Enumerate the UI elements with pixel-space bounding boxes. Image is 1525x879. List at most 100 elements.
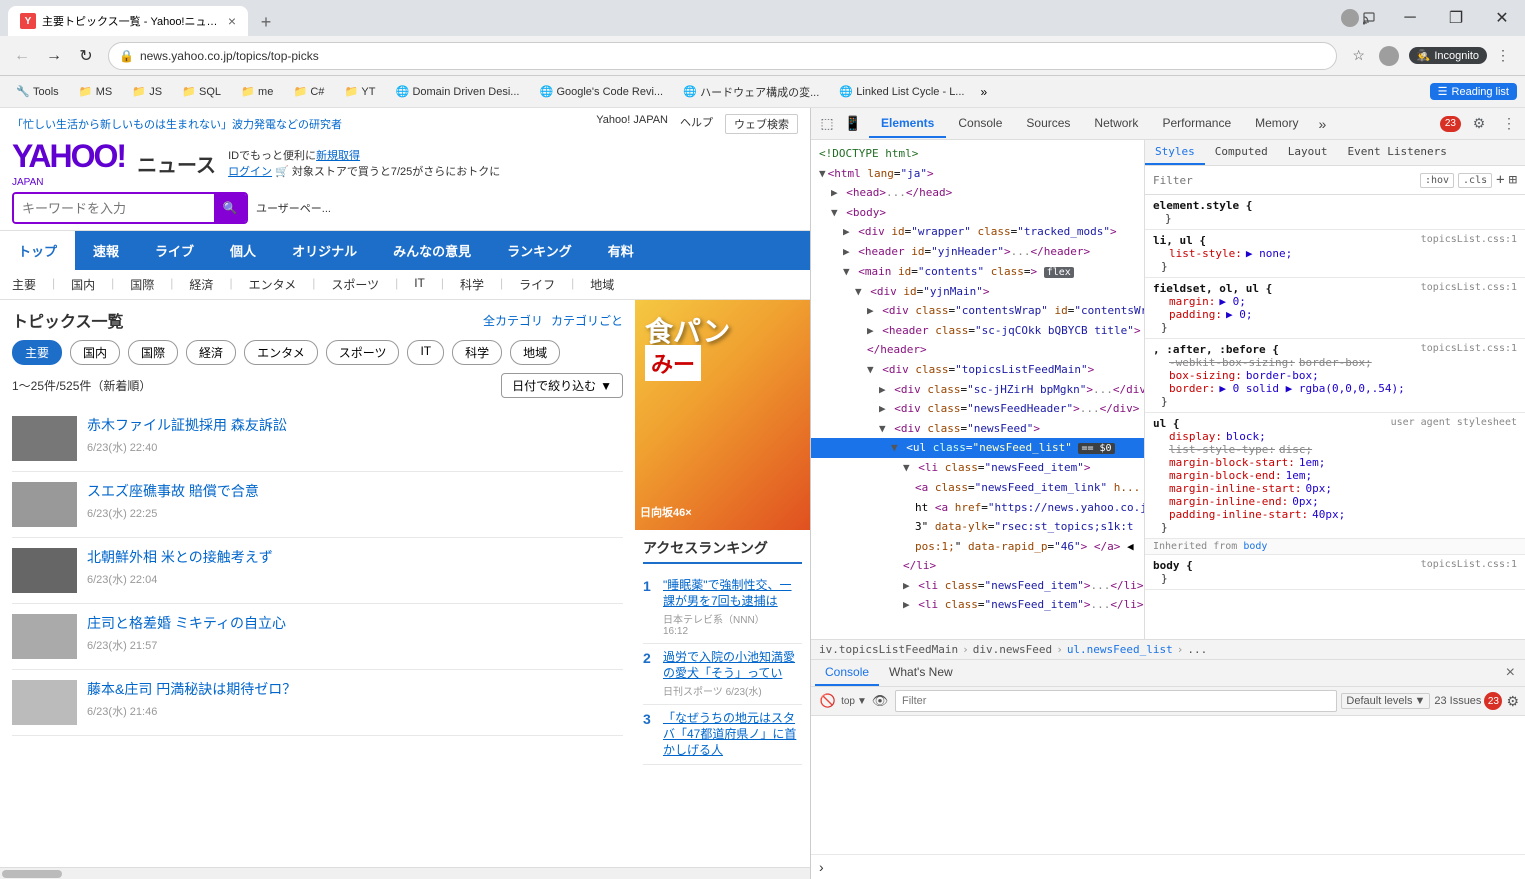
cat-entertainment[interactable]: エンタメ (249, 276, 297, 293)
tree-line-wrapper[interactable]: ▶ <div id="wrapper" class="tracked_mods"… (811, 222, 1144, 242)
all-categories-link[interactable]: 全カテゴリ (483, 312, 543, 329)
cat-main[interactable]: 主要 (12, 276, 36, 293)
inherited-body-link[interactable]: body (1243, 541, 1267, 552)
nav-breaking[interactable]: 速報 (75, 231, 137, 270)
console-levels-dropdown[interactable]: Default levels ▼ (1341, 693, 1430, 709)
tree-line-newsfeedheader[interactable]: ▶ <div class="newsFeedHeader">...</div> (811, 399, 1144, 419)
filter-main[interactable]: 主要 (12, 340, 62, 365)
tree-line-topicslistfeedmain[interactable]: ▼ <div class="topicsListFeedMain"> (811, 360, 1144, 380)
profile-button[interactable] (1375, 42, 1403, 70)
scrollbar-thumb[interactable] (2, 870, 62, 878)
tree-line-header-close[interactable]: </header> (811, 340, 1144, 360)
tree-line-sc-jhzirh[interactable]: ▶ <div class="sc-jHZirH bpMgkn">...</div… (811, 380, 1144, 400)
styles-more-icon[interactable]: ⊞ (1509, 172, 1517, 188)
styles-filter-input[interactable] (1153, 170, 1416, 190)
web-search-btn[interactable]: ウェブ検索 (725, 114, 798, 134)
styles-hov-button[interactable]: :hov (1420, 173, 1454, 188)
ticker-link[interactable]: 「忙しい生活から新しいものは生まれない」波力発電などの研究者 (12, 116, 342, 132)
nav-top[interactable]: トップ (0, 231, 75, 270)
rank-title-link-2[interactable]: 過労で入院の小池知満愛の愛犬「そう」ってい (663, 650, 795, 680)
tree-line-contentswrap[interactable]: ▶ <div class="contentsWrap" id="contents… (811, 301, 1144, 321)
per-category-link[interactable]: カテゴリごと (551, 312, 623, 329)
cat-domestic[interactable]: 国内 (71, 276, 95, 293)
filter-domestic[interactable]: 国内 (70, 340, 120, 365)
bookmark-me[interactable]: 📁 me (233, 83, 281, 101)
filter-sports[interactable]: スポーツ (326, 340, 400, 365)
tree-line-header[interactable]: ▶ <header id="yjnHeader">...</header> (811, 242, 1144, 262)
tree-line-head[interactable]: ▶ <head>...</head> (811, 183, 1144, 203)
console-filter-input[interactable] (895, 690, 1337, 712)
bookmark-gcr[interactable]: 🌐 Google's Code Revi... (531, 83, 671, 101)
filter-science[interactable]: 科学 (452, 340, 502, 365)
new-tab-button[interactable]: + (252, 8, 280, 36)
filter-entertainment[interactable]: エンタメ (244, 340, 318, 365)
user-page-button[interactable]: ユーザーペー... (256, 200, 331, 216)
tree-line-data-pos[interactable]: pos:1;" data-rapid_p="46"> </a> ◀ (811, 537, 1144, 557)
reading-list-button[interactable]: ☰ Reading list (1430, 83, 1517, 100)
bookmark-button[interactable]: ☆ (1345, 42, 1373, 70)
source-pseudo[interactable]: topicsList.css:1 (1421, 343, 1517, 354)
whats-new-tab[interactable]: What's New (879, 660, 963, 686)
date-filter-button[interactable]: 日付で絞り込む ▼ (501, 373, 623, 398)
help-label[interactable]: ヘルプ (680, 114, 713, 134)
cat-international[interactable]: 国際 (130, 276, 154, 293)
tree-line-data-ylk[interactable]: 3" data-ylk="rsec:st_topics;s1k:t (811, 517, 1144, 537)
bookmark-cs[interactable]: 📁 C# (285, 83, 332, 101)
rank-title-link-1[interactable]: "睡眠薬"で強制性交、一課が男を7回も逮捕は (663, 578, 792, 608)
minimize-button[interactable]: ─ (1387, 0, 1433, 36)
bookmark-ms[interactable]: 📁 MS (71, 83, 121, 101)
breadcrumb-part-2[interactable]: div.newsFeed (973, 643, 1052, 656)
source-liul[interactable]: topicsList.css:1 (1421, 234, 1517, 245)
settings-button[interactable]: ⚙ (1467, 112, 1491, 136)
login-link[interactable]: ログイン (228, 166, 272, 178)
cat-economy[interactable]: 経済 (189, 276, 213, 293)
inspect-element-button[interactable]: ⬚ (815, 112, 839, 136)
filter-economy[interactable]: 経済 (186, 340, 236, 365)
tree-line-li-1[interactable]: ▼ <li class="newsFeed_item"> (811, 458, 1144, 478)
elements-tree[interactable]: <!DOCTYPE html> ▼<html lang="ja"> ▶ <hea… (811, 140, 1145, 639)
bookmark-yt[interactable]: 📁 YT (336, 83, 383, 101)
cat-science[interactable]: 科学 (460, 276, 484, 293)
console-gear-button[interactable]: ⚙ (1506, 693, 1519, 710)
console-tab[interactable]: Console (815, 660, 879, 686)
nav-premium[interactable]: 有料 (590, 231, 652, 270)
news-title-link-2[interactable]: スエズ座礁事故 賠償で合意 (87, 482, 623, 502)
breadcrumb-part-1[interactable]: iv.topicsListFeedMain (819, 643, 958, 656)
news-title-link-3[interactable]: 北朝鮮外相 米との接触考えず (87, 548, 623, 568)
back-button[interactable]: ← (8, 42, 36, 70)
device-toolbar-button[interactable]: 📱 (841, 112, 865, 136)
tree-line-yjnmain[interactable]: ▼ <div id="yjnMain"> (811, 282, 1144, 302)
reload-button[interactable]: ↻ (72, 42, 100, 70)
bookmark-ddd[interactable]: 🌐 Domain Driven Desi... (387, 83, 527, 101)
tree-line-li-3[interactable]: ▶ <li class="newsFeed_item">...</li> (811, 595, 1144, 615)
customize-button[interactable]: ⋮ (1497, 112, 1521, 136)
filter-it[interactable]: IT (407, 340, 444, 365)
tab-memory[interactable]: Memory (1243, 110, 1310, 138)
more-button[interactable]: ⋮ (1489, 42, 1517, 70)
bookmark-tools[interactable]: 🔧 Tools (8, 83, 67, 101)
console-top-select[interactable]: top ▼ (843, 690, 865, 712)
breadcrumb-selected[interactable]: ul.newsFeed_list (1067, 643, 1173, 656)
tree-line-href[interactable]: ht <a href="https://news.yahoo.co.jp/pic… (811, 498, 1144, 518)
source-body[interactable]: topicsList.css:1 (1421, 559, 1517, 570)
tree-line-newsfeed-list[interactable]: ▼ <ul class="newsFeed_list" == $0 (811, 438, 1144, 458)
bookmark-js[interactable]: 📁 JS (124, 83, 170, 101)
yahoo-search-button[interactable]: 🔍 (214, 194, 246, 222)
filter-international[interactable]: 国際 (128, 340, 178, 365)
nav-live[interactable]: ライブ (137, 231, 212, 270)
tree-line-a-link[interactable]: <a class="newsFeed_item_link" h... (811, 478, 1144, 498)
source-fieldset[interactable]: topicsList.css:1 (1421, 282, 1517, 293)
styles-add-button[interactable]: + (1496, 172, 1504, 188)
news-title-link-1[interactable]: 赤木ファイル証拠採用 森友訴訟 (87, 416, 623, 436)
browser-tab-active[interactable]: Y 主要トピックス一覧 - Yahoo!ニュース × (8, 6, 248, 36)
tree-line-sc-header[interactable]: ▶ <header class="sc-jqCOkk bQBYCB title"… (811, 321, 1144, 341)
tree-line-doctype[interactable]: <!DOCTYPE html> (811, 144, 1144, 164)
console-close-button[interactable]: × (1500, 662, 1521, 684)
layout-tab[interactable]: Layout (1278, 140, 1338, 165)
news-title-link-5[interactable]: 藤本&庄司 円満秘訣は期待ゼロ？ (87, 680, 623, 700)
news-title-link-4[interactable]: 庄司と格差婚 ミキティの自立心 (87, 614, 623, 634)
tree-line-html[interactable]: ▼<html lang="ja"> (811, 164, 1144, 184)
restore-button[interactable]: ❐ (1433, 0, 1479, 36)
styles-cls-button[interactable]: .cls (1458, 173, 1492, 188)
bookmark-sql[interactable]: 📁 SQL (174, 83, 229, 101)
